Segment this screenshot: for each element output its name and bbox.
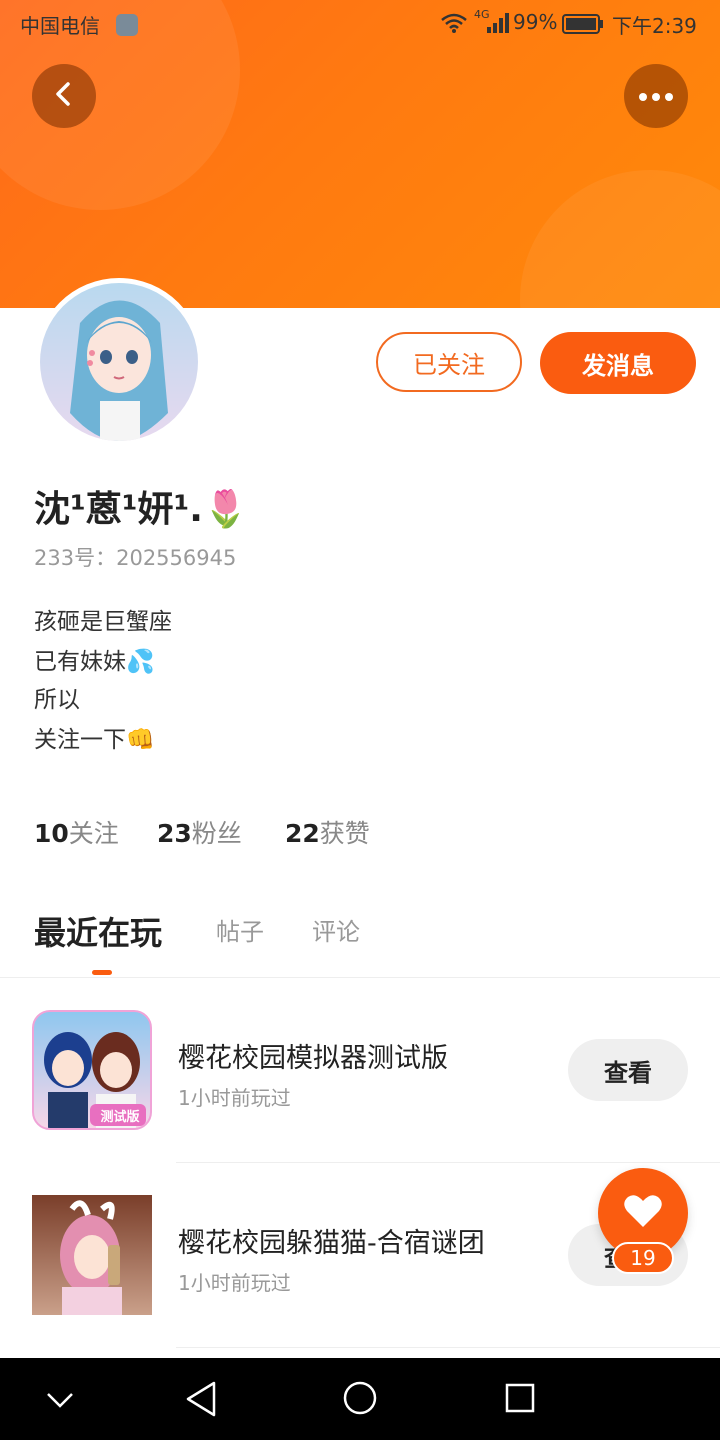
user-id-label: 233号： — [34, 546, 117, 570]
clock: 下午2:39 — [612, 14, 697, 38]
stat-likes[interactable]: 22获赞 — [285, 814, 370, 850]
stat-followers[interactable]: 23粉丝 — [157, 814, 242, 850]
following-button[interactable]: 已关注 — [376, 332, 522, 392]
tab-recently-played[interactable]: 最近在玩 — [34, 908, 162, 954]
wifi-icon — [440, 12, 468, 38]
system-navigation-bar — [0, 1358, 720, 1440]
shield-icon — [116, 14, 138, 36]
stat-value: 10 — [34, 819, 69, 848]
signal-icon — [486, 12, 510, 38]
bio-line: 孩砸是巨蟹座 — [34, 609, 172, 635]
stat-value: 23 — [157, 819, 192, 848]
stat-label: 关注 — [68, 819, 119, 848]
battery-icon — [562, 13, 604, 39]
game-last-played: 1小时前玩过 — [178, 1086, 291, 1110]
game-last-played: 1小时前玩过 — [178, 1271, 291, 1295]
profile-header-banner: 中国电信 4G 99% 下午2:39 — [0, 0, 720, 308]
game-icon[interactable] — [32, 1195, 152, 1315]
bio-line: 关注一下👊 — [34, 727, 155, 753]
game-title[interactable]: 樱花校园躲猫猫-合宿谜团 — [178, 1221, 485, 1260]
home-nav-button[interactable] — [342, 1380, 378, 1420]
more-dots-icon — [638, 87, 674, 106]
user-id-value: 202556945 — [116, 546, 237, 570]
hide-nav-button[interactable] — [44, 1384, 76, 1418]
game-title[interactable]: 樱花校园模拟器测试版 — [178, 1036, 448, 1075]
tab-posts[interactable]: 帖子 — [216, 912, 264, 947]
game-badge: 测试版 — [100, 1109, 140, 1125]
stat-value: 22 — [285, 819, 320, 848]
avatar[interactable] — [35, 278, 203, 446]
stat-following[interactable]: 10关注 — [34, 814, 119, 850]
more-options-button[interactable] — [624, 64, 688, 128]
carrier-label: 中国电信 — [20, 14, 100, 38]
avatar-image — [40, 283, 198, 441]
back-button[interactable] — [32, 64, 96, 128]
user-id: 233号：202556945 — [34, 542, 236, 572]
active-tab-indicator — [92, 970, 112, 975]
row-divider — [176, 1162, 720, 1163]
back-nav-button[interactable] — [184, 1380, 218, 1422]
banner-decoration — [520, 170, 720, 308]
stat-label: 粉丝 — [191, 819, 242, 848]
send-message-button[interactable]: 发消息 — [540, 332, 696, 394]
like-count-badge: 19 — [612, 1242, 674, 1274]
profile-name: 沈¹蒽¹妍¹.🌷 — [34, 489, 248, 530]
game-icon[interactable]: 测试版 — [32, 1010, 152, 1130]
bio-line: 所以 — [34, 687, 80, 713]
tab-divider — [0, 977, 720, 978]
view-game-button[interactable]: 查看 — [568, 1039, 688, 1101]
recents-nav-button[interactable] — [504, 1382, 536, 1418]
stat-label: 获赞 — [319, 819, 370, 848]
tab-comments[interactable]: 评论 — [312, 912, 360, 947]
heart-icon — [623, 1193, 663, 1233]
bio-line: 已有妹妹💦 — [34, 649, 155, 675]
battery-percent: 99% — [513, 10, 558, 34]
row-divider — [176, 1347, 720, 1348]
chevron-left-icon — [50, 80, 78, 112]
